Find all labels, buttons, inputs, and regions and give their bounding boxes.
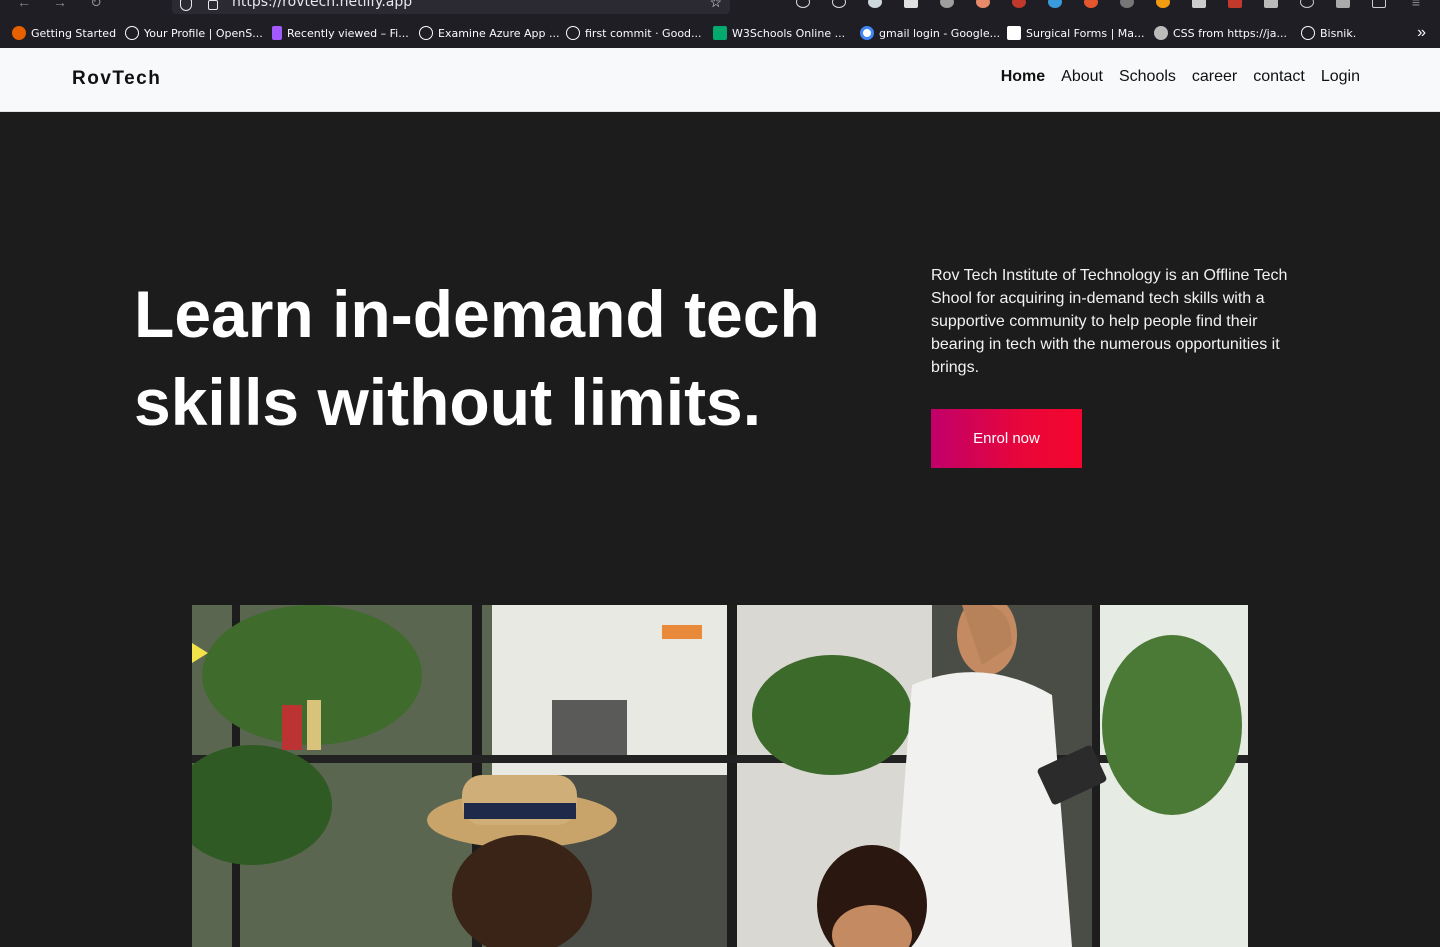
figma-icon <box>272 26 282 40</box>
back-icon[interactable]: ← <box>16 0 32 10</box>
nav-link-career[interactable]: career <box>1192 66 1237 88</box>
hero-description: Rov Tech Institute of Technology is an O… <box>931 267 1288 376</box>
bookmark-label: Recently viewed – Fi... <box>287 26 409 40</box>
extension-icon[interactable] <box>1012 0 1026 8</box>
bookmark-label: first commit · Good... <box>585 26 702 40</box>
bookmark-item[interactable]: W3Schools Online ... <box>713 22 845 44</box>
globe-icon <box>419 26 433 40</box>
github-icon <box>566 26 580 40</box>
office-photo-image <box>192 605 1248 947</box>
toolbar: ← → ↻ https://rovtech.netlify.app ☆ ≡ <box>0 0 1440 14</box>
bookmark-label: Bisnik. <box>1320 26 1357 40</box>
bookmark-label: Surgical Forms | Ma... <box>1026 26 1145 40</box>
bookmark-item[interactable]: CSS from https://ja... <box>1154 22 1287 44</box>
nav-link-contact[interactable]: contact <box>1253 66 1305 88</box>
enrol-now-button[interactable]: Enrol now <box>931 409 1082 468</box>
extension-icon[interactable] <box>1156 0 1170 8</box>
bookmark-item[interactable]: first commit · Good... <box>566 22 702 44</box>
extension-icon[interactable] <box>1048 0 1062 8</box>
nav-link-about[interactable]: About <box>1061 66 1103 88</box>
bookmark-star-icon[interactable]: ☆ <box>709 0 722 11</box>
extension-icon[interactable] <box>976 0 990 8</box>
lock-icon[interactable] <box>208 0 218 10</box>
nav-link-home[interactable]: Home <box>1001 66 1045 88</box>
reload-icon[interactable]: ↻ <box>88 0 104 10</box>
globe-icon <box>125 26 139 40</box>
extension-icon[interactable] <box>1192 0 1206 8</box>
bookmark-item[interactable]: Surgical Forms | Ma... <box>1007 22 1145 44</box>
globe-icon <box>1301 26 1315 40</box>
form-icon <box>1007 26 1021 40</box>
shield-icon[interactable] <box>180 0 192 11</box>
bookmark-label: Your Profile | OpenS... <box>144 26 263 40</box>
extension-icon[interactable] <box>796 0 810 8</box>
bookmark-label: W3Schools Online ... <box>732 26 846 40</box>
w3schools-icon <box>713 26 727 40</box>
bookmark-item[interactable]: Examine Azure App ... <box>419 22 560 44</box>
bookmark-label: gmail login - Google... <box>879 26 1001 40</box>
extension-icon[interactable] <box>832 0 846 8</box>
bookmark-item[interactable]: gmail login - Google... <box>860 22 1000 44</box>
extension-icon[interactable] <box>868 0 882 8</box>
url-text[interactable]: https://rovtech.netlify.app <box>232 0 412 10</box>
extension-icon[interactable] <box>1300 0 1314 8</box>
bookmark-item[interactable]: Your Profile | OpenS... <box>125 22 263 44</box>
nav-link-login[interactable]: Login <box>1321 66 1360 88</box>
hero-headline: Learn in-demand tech skills without limi… <box>134 277 820 439</box>
chevron-double-right-icon[interactable]: » <box>1417 22 1426 44</box>
nav-links: Home About Schools career contact Login <box>1001 66 1360 88</box>
extension-icon[interactable] <box>1228 0 1242 8</box>
hero-photo <box>192 605 1248 947</box>
site-navbar: RovTech Home About Schools career contac… <box>0 48 1440 112</box>
bookmark-item[interactable]: Getting Started <box>12 22 116 44</box>
bookmark-item[interactable]: Recently viewed – Fi... <box>272 22 409 44</box>
extension-icon[interactable] <box>904 0 918 8</box>
forward-icon[interactable]: → <box>52 0 68 10</box>
bookmark-label: Getting Started <box>31 26 117 40</box>
google-icon <box>860 26 874 40</box>
hero-section: Learn in-demand tech skills without limi… <box>0 112 1440 947</box>
extension-icon[interactable] <box>1084 0 1098 8</box>
extension-icon[interactable] <box>1372 0 1386 8</box>
bookmarks-bar: Getting Started Your Profile | OpenS... … <box>0 22 1440 44</box>
browser-chrome: ← → ↻ https://rovtech.netlify.app ☆ ≡ Ge… <box>0 0 1440 48</box>
url-bar[interactable]: https://rovtech.netlify.app ☆ <box>172 0 730 14</box>
bookmark-label: CSS from https://ja... <box>1173 26 1287 40</box>
gear-icon <box>1154 26 1168 40</box>
bookmark-item[interactable]: Bisnik. <box>1301 22 1356 44</box>
extension-icon[interactable] <box>1336 0 1350 8</box>
bookmark-label: Examine Azure App ... <box>438 26 560 40</box>
extension-icon[interactable] <box>1120 0 1134 8</box>
menu-icon[interactable]: ≡ <box>1408 0 1424 10</box>
firefox-icon <box>12 26 26 40</box>
brand-logo[interactable]: RovTech <box>72 68 161 90</box>
extension-icon[interactable] <box>1264 0 1278 8</box>
nav-link-schools[interactable]: Schools <box>1119 66 1176 88</box>
extension-icon[interactable] <box>940 0 954 8</box>
